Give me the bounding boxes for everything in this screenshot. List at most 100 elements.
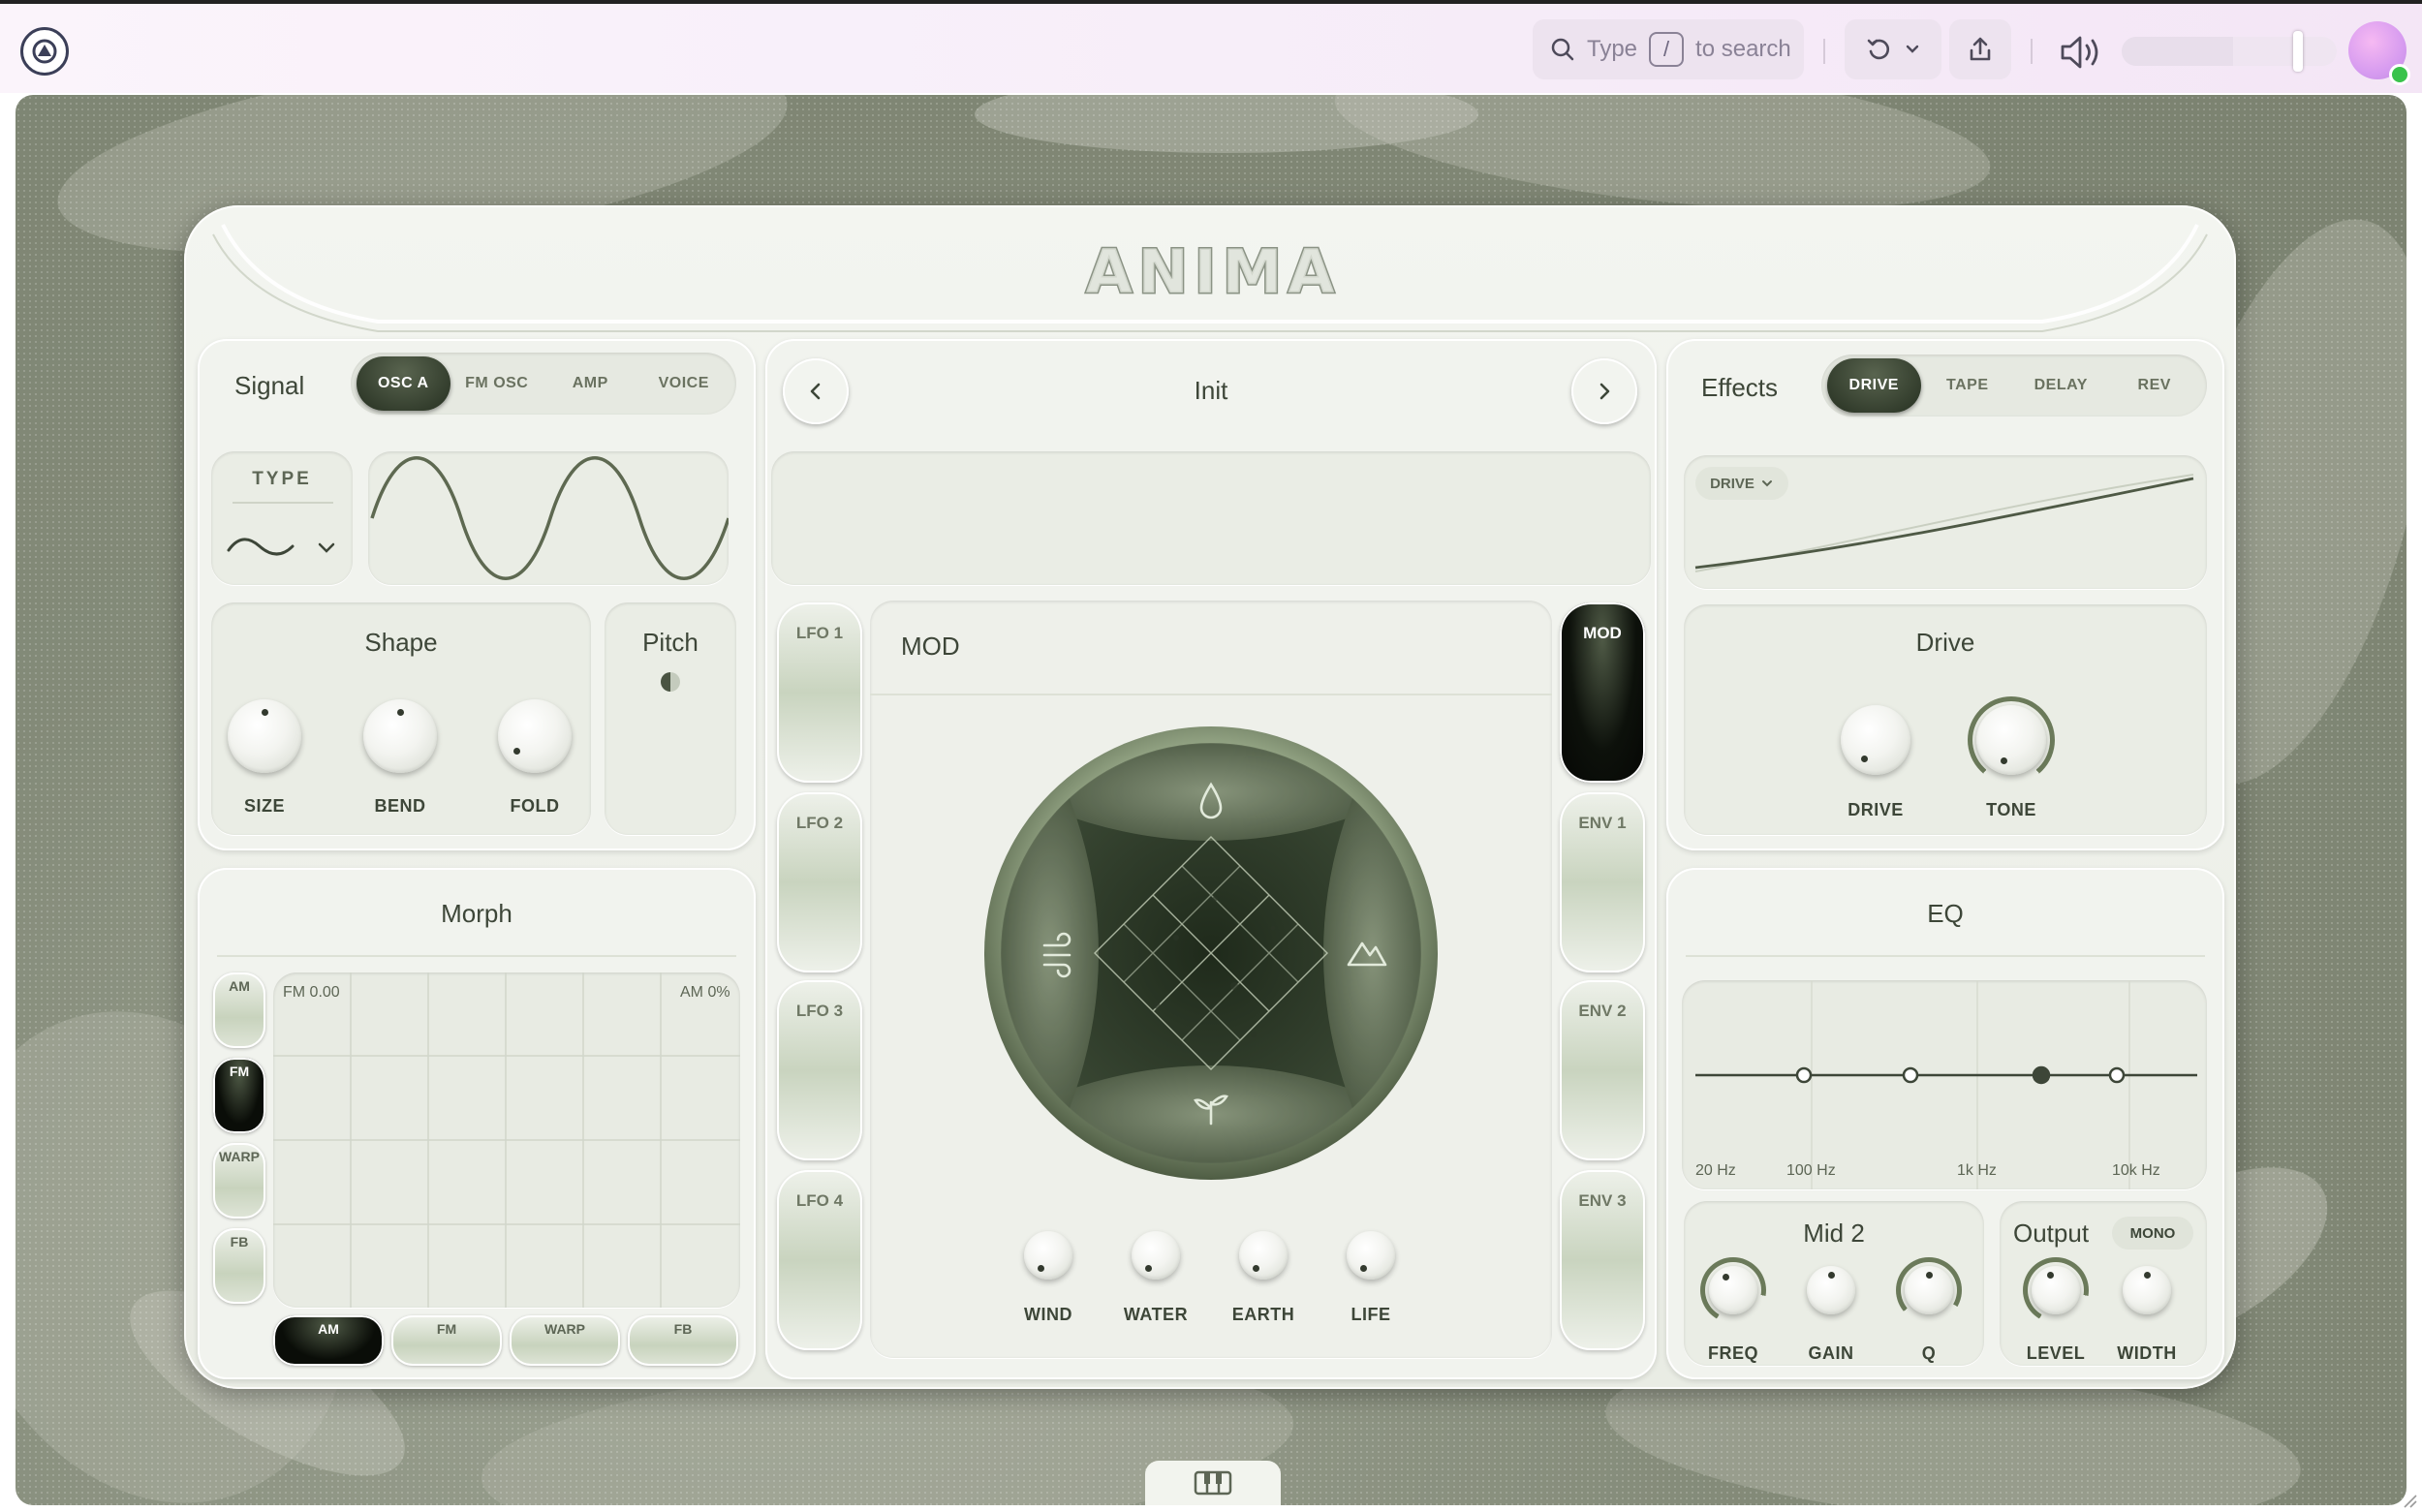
morph-bottom-tab-fm[interactable]: FM [391, 1315, 502, 1366]
fold-knob-indicator [512, 748, 520, 756]
effects-tabs: DRIVE TAPE DELAY REV [1821, 355, 2207, 417]
morph-bottom-tab-am[interactable]: AM [273, 1315, 384, 1366]
mono-toggle[interactable]: MONO [2112, 1217, 2193, 1250]
lfo-slot-lfo-4[interactable]: LFO 4 [777, 1170, 862, 1350]
next-preset-button[interactable] [1571, 358, 1637, 424]
keyboard-toggle-button[interactable] [1145, 1461, 1281, 1505]
width-knob[interactable] [2123, 1266, 2171, 1314]
signal-title: Signal [234, 371, 305, 400]
lfo-slot-lfo-3[interactable]: LFO 3 [777, 980, 862, 1160]
signal-tab-osc-a[interactable]: OSC A [357, 356, 450, 411]
freq-knob-indicator [1722, 1273, 1729, 1281]
preset-name[interactable]: Init [872, 376, 1550, 406]
earth-knob[interactable] [1239, 1231, 1288, 1280]
morph-divider [217, 955, 736, 957]
q-knob[interactable] [1905, 1266, 1953, 1314]
drive-knob-indicator [1860, 756, 1868, 763]
chevron-right-icon [1599, 383, 1610, 400]
morph-bottom-tab-fb[interactable]: FB [628, 1315, 738, 1366]
lfo-slot-lfo-2[interactable]: LFO 2 [777, 792, 862, 972]
eq-freq-label: 100 Hz [1786, 1162, 1836, 1179]
size-knob[interactable] [228, 699, 301, 773]
eq-node [1795, 1066, 1813, 1084]
bend-knob[interactable] [363, 699, 437, 773]
fold-knob[interactable] [498, 699, 572, 773]
previous-preset-button[interactable] [783, 358, 849, 424]
pitch-mode-icon[interactable] [661, 672, 680, 692]
svg-text:ANIMA: ANIMA [1086, 242, 1341, 300]
search-box[interactable]: Type / to search [1533, 19, 1804, 79]
mod-divider [870, 694, 1552, 695]
water-knob[interactable] [1132, 1231, 1180, 1280]
morph-x-readout: FM 0.00 [283, 984, 340, 1001]
lfo-slot-label: LFO 3 [795, 1002, 844, 1020]
level-knob-indicator [2047, 1272, 2055, 1280]
drive-type-dropdown[interactable]: DRIVE [1695, 467, 1788, 500]
volume-slider-thumb[interactable] [2293, 31, 2303, 72]
resize-grip-icon[interactable] [2401, 1492, 2418, 1509]
chevron-down-icon [1761, 480, 1772, 487]
morph-side-tab-label: FM [229, 1064, 250, 1079]
signal-tab-amp[interactable]: AMP [543, 356, 637, 411]
morph-bottom-tab-label: FM [436, 1321, 457, 1337]
tone-knob[interactable] [1976, 705, 2046, 775]
sine-wave-icon [227, 538, 335, 556]
search-shortcut-key: / [1649, 32, 1685, 67]
brand-logo: ANIMA ANIMA [1084, 242, 1341, 300]
drive-knob-label: DRIVE [1848, 800, 1904, 819]
env-slot-env-3[interactable]: ENV 3 [1560, 1170, 1645, 1350]
signal-tab-voice[interactable]: VOICE [637, 356, 731, 411]
eq-curve [1695, 980, 2197, 1189]
effects-tab-tape[interactable]: TAPE [1921, 358, 2015, 413]
signal-tabs: OSC A FM OSC AMP VOICE [351, 353, 736, 415]
toolbar-divider [1823, 39, 1825, 64]
chevron-down-icon [1906, 45, 1919, 53]
morph-bottom-tab-label: AM [318, 1321, 339, 1337]
effects-tab-rev[interactable]: REV [2108, 358, 2202, 413]
env-slot-mod[interactable]: MOD [1560, 602, 1645, 783]
volume-slider-fill [2122, 37, 2234, 66]
morph-side-tab-am[interactable]: AM [213, 972, 265, 1048]
morph-grid [273, 972, 740, 1308]
water-knob-indicator [1144, 1265, 1152, 1273]
gain-knob[interactable] [1807, 1266, 1855, 1314]
top-bar: Type / to search [0, 4, 2422, 93]
level-knob[interactable] [2032, 1266, 2080, 1314]
wind-knob-indicator [1037, 1265, 1044, 1273]
chevron-left-icon [810, 383, 821, 400]
pitch-title: Pitch [642, 628, 699, 657]
speaker-icon[interactable] [2059, 33, 2103, 72]
morph-side-tab-fb[interactable]: FB [213, 1228, 265, 1304]
effects-tab-delay[interactable]: DELAY [2014, 358, 2108, 413]
effects-tab-drive[interactable]: DRIVE [1827, 358, 1921, 413]
env-slot-env-2[interactable]: ENV 2 [1560, 980, 1645, 1160]
life-knob-indicator [1359, 1265, 1367, 1273]
life-knob-label: LIFE [1351, 1305, 1391, 1324]
life-knob[interactable] [1347, 1231, 1395, 1280]
search-suffix: to search [1695, 36, 1791, 62]
freq-knob[interactable] [1709, 1266, 1757, 1314]
lfo-slot-lfo-1[interactable]: LFO 1 [777, 602, 862, 783]
gain-knob-indicator [1827, 1271, 1835, 1279]
morph-side-tab-fm[interactable]: FM [213, 1058, 265, 1133]
eq-freq-label: 20 Hz [1695, 1162, 1736, 1179]
share-button[interactable] [1949, 19, 2011, 79]
env-slot-label: ENV 1 [1578, 814, 1627, 832]
env-slot-label: ENV 3 [1578, 1191, 1627, 1210]
morph-side-tab-label: AM [229, 978, 250, 994]
width-knob-indicator [2143, 1271, 2151, 1279]
signal-tab-fm-osc[interactable]: FM OSC [450, 356, 544, 411]
drive-knob[interactable] [1841, 705, 1910, 775]
volume-slider-track[interactable] [2122, 37, 2337, 66]
app-logo-icon[interactable] [20, 27, 69, 76]
morph-bottom-tab-warp[interactable]: WARP [510, 1315, 620, 1366]
env-slot-env-1[interactable]: ENV 1 [1560, 792, 1645, 972]
elements-orb[interactable] [982, 725, 1440, 1182]
history-button[interactable] [1845, 19, 1941, 79]
search-icon [1551, 38, 1574, 61]
morph-title: Morph [441, 899, 512, 928]
type-label: TYPE [252, 469, 312, 489]
wind-knob[interactable] [1024, 1231, 1072, 1280]
eq-freq-label: 1k Hz [1957, 1162, 1997, 1179]
morph-side-tab-warp[interactable]: WARP [213, 1143, 265, 1219]
